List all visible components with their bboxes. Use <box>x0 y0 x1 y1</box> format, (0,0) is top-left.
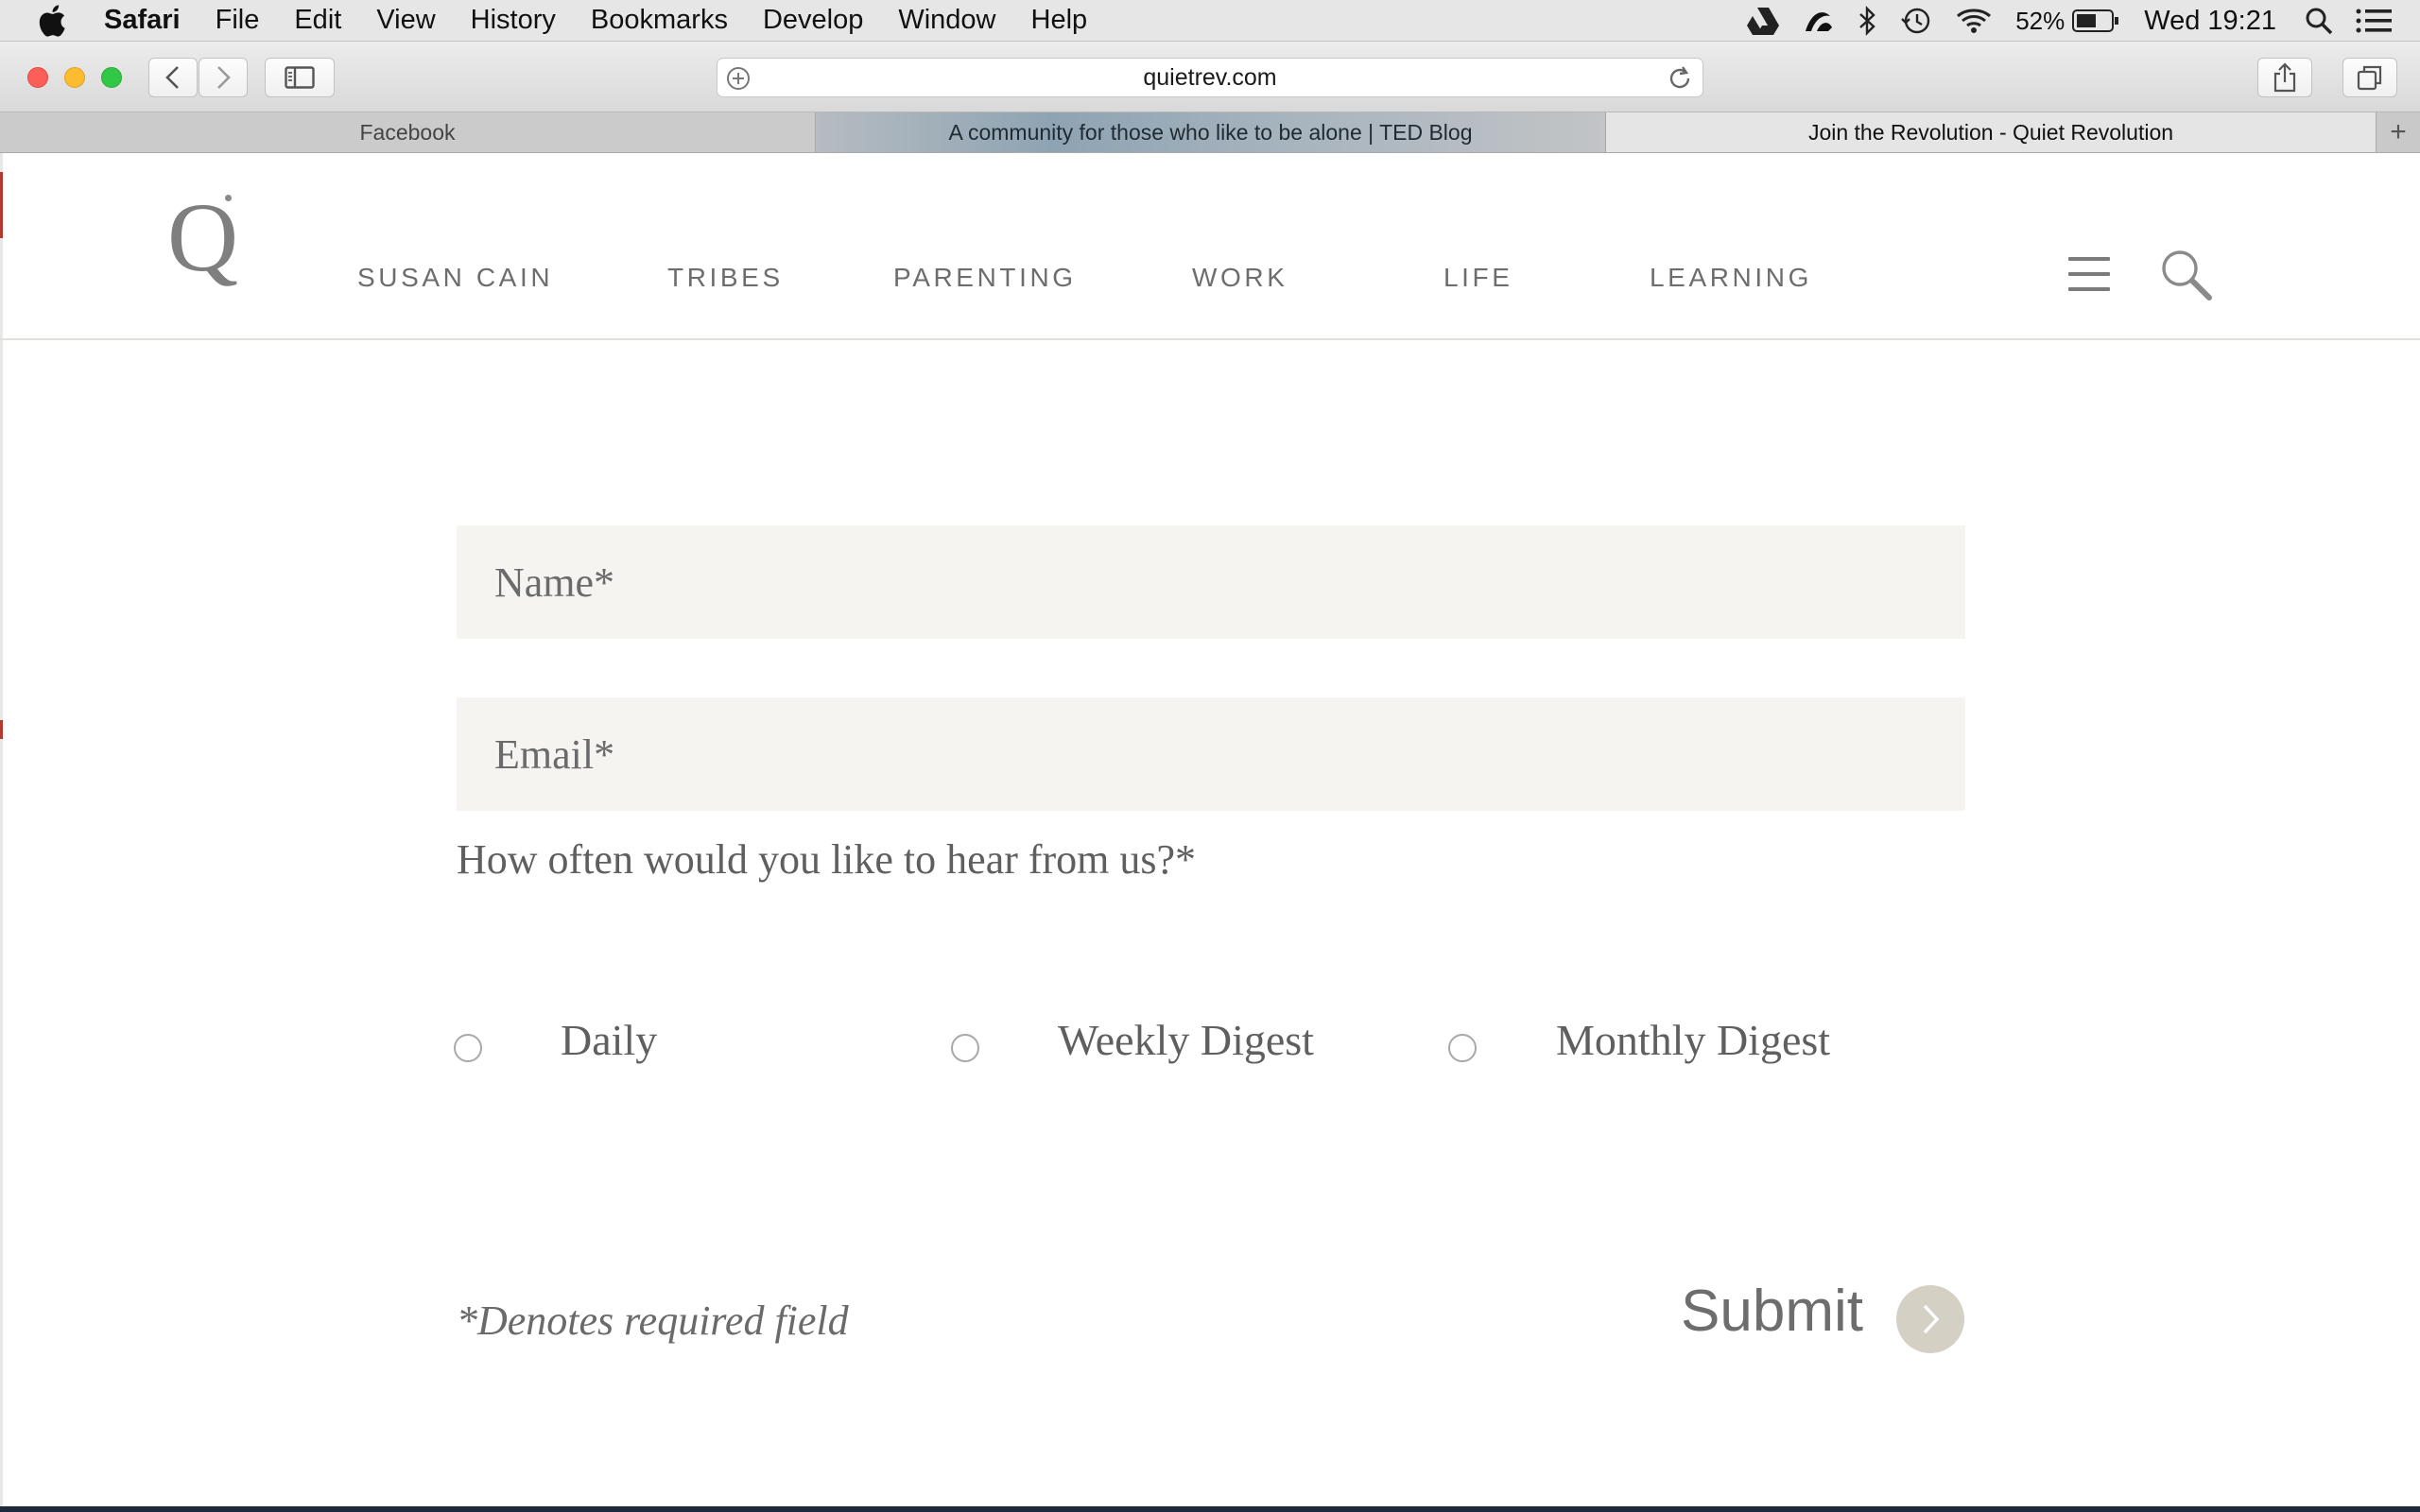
tab-quiet-revolution[interactable]: Join the Revolution - Quiet Revolution <box>1606 112 2377 152</box>
share-button[interactable] <box>2257 58 2312 97</box>
frequency-question: How often would you like to hear from us… <box>457 836 1197 883</box>
web-page: Q SUSAN CAIN TRIBES PARENTING WORK LIFE … <box>0 153 2420 1506</box>
battery-icon[interactable] <box>2072 9 2119 33</box>
email-field[interactable]: Email* <box>457 697 1965 811</box>
required-field-note: *Denotes required field <box>457 1297 849 1344</box>
address-bar[interactable]: quietrev.com <box>717 58 1703 97</box>
tab-facebook[interactable]: Facebook <box>0 112 816 152</box>
sidebar-icon <box>285 66 315 89</box>
back-button[interactable] <box>148 58 198 97</box>
search-icon[interactable] <box>2159 248 2214 302</box>
page-edge-accent <box>0 720 3 739</box>
chevron-right-icon <box>1923 1304 1940 1334</box>
reload-icon[interactable] <box>1667 65 1693 98</box>
menu-view[interactable]: View <box>376 5 435 36</box>
battery-percent: 52% <box>2015 6 2066 35</box>
submit-arrow-button[interactable] <box>1896 1285 1964 1353</box>
notification-center-icon[interactable] <box>2356 8 2392 34</box>
nav-work[interactable]: WORK <box>1192 263 1288 293</box>
menu-bookmarks[interactable]: Bookmarks <box>591 5 728 36</box>
submit-button[interactable]: Submit <box>1681 1278 1863 1345</box>
menu-edit[interactable]: Edit <box>294 5 341 36</box>
creative-cloud-icon[interactable] <box>1802 7 1836 35</box>
tabs-overview-icon <box>2357 65 2382 91</box>
close-window-button[interactable] <box>27 67 48 88</box>
menu-history[interactable]: History <box>471 5 556 36</box>
tab-ted-blog[interactable]: A community for those who like to be alo… <box>816 112 1606 152</box>
page-edge <box>0 153 3 1506</box>
menu-file[interactable]: File <box>216 5 260 36</box>
status-area: 52% Wed 19:21 <box>1724 0 2420 42</box>
nav-parenting[interactable]: PARENTING <box>893 263 1077 293</box>
time-machine-icon[interactable] <box>1900 6 1932 36</box>
radio-monthly-digest[interactable] <box>1448 1034 1477 1062</box>
name-field[interactable]: Name* <box>457 525 1965 639</box>
sidebar-button[interactable] <box>265 58 335 97</box>
logo-mark <box>225 195 232 201</box>
menu-help[interactable]: Help <box>1031 5 1088 36</box>
email-placeholder: Email* <box>494 730 615 778</box>
nav-susan-cain[interactable]: SUSAN CAIN <box>357 263 553 293</box>
spotlight-icon[interactable] <box>2305 7 2333 35</box>
new-tab-button[interactable]: + <box>2377 112 2420 152</box>
minimize-window-button[interactable] <box>64 67 85 88</box>
share-icon <box>2273 62 2296 93</box>
radio-label-monthly-digest[interactable]: Monthly Digest <box>1556 1015 1830 1065</box>
add-page-icon[interactable] <box>725 65 752 98</box>
browser-toolbar: quietrev.com <box>0 42 2420 112</box>
nav-tribes[interactable]: TRIBES <box>667 263 784 293</box>
nav-life[interactable]: LIFE <box>1443 263 1513 293</box>
wifi-icon[interactable] <box>1955 7 1993 35</box>
forward-button[interactable] <box>199 58 248 97</box>
radio-label-weekly-digest[interactable]: Weekly Digest <box>1058 1015 1314 1065</box>
name-placeholder: Name* <box>494 558 615 606</box>
hamburger-menu-icon[interactable] <box>2068 255 2110 293</box>
chevron-left-icon <box>165 66 179 89</box>
url-text: quietrev.com <box>1143 63 1277 91</box>
clock[interactable]: Wed 19:21 <box>2144 6 2276 37</box>
browser-window: quietrev.com Facebook A community for th… <box>0 42 2420 1506</box>
menu-bar: Safari File Edit View History Bookmarks … <box>0 0 2420 42</box>
menu-develop[interactable]: Develop <box>763 5 863 36</box>
desktop-background <box>0 1506 2420 1512</box>
radio-daily[interactable] <box>454 1034 482 1062</box>
google-drive-icon[interactable] <box>1747 7 1780 35</box>
radio-label-daily[interactable]: Daily <box>561 1015 657 1065</box>
radio-weekly-digest[interactable] <box>951 1034 979 1062</box>
tab-bar: Facebook A community for those who like … <box>0 112 2420 153</box>
chevron-right-icon <box>217 66 231 89</box>
nav-learning[interactable]: LEARNING <box>1650 263 1812 293</box>
apple-menu-icon[interactable] <box>0 0 104 42</box>
site-header: Q SUSAN CAIN TRIBES PARENTING WORK LIFE … <box>0 153 2420 340</box>
fullscreen-window-button[interactable] <box>101 67 122 88</box>
bluetooth-icon[interactable] <box>1858 6 1877 36</box>
show-all-tabs-button[interactable] <box>2342 58 2397 97</box>
menu-safari[interactable]: Safari <box>104 5 181 36</box>
site-logo[interactable]: Q <box>167 189 238 287</box>
menu-window[interactable]: Window <box>898 5 995 36</box>
